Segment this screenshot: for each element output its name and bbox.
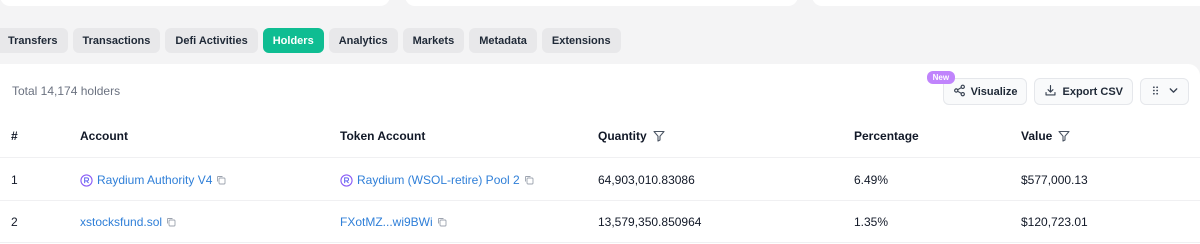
export-csv-label: Export CSV (1062, 85, 1123, 98)
visualize-button[interactable]: New Visualize (926, 71, 1028, 105)
copy-icon[interactable] (524, 175, 534, 185)
total-holders-label: Total 14,174 holders (12, 84, 121, 98)
token-account-cell: Raydium (WSOL-retire) Pool 2 (340, 173, 534, 187)
grid-dots-icon (1149, 84, 1162, 100)
table-row: 2 xstocksfund.sol FXotMZ...wi9BWi 13,579… (0, 201, 1200, 243)
rank-cell: 2 (11, 215, 18, 229)
tab-bar: Transfers Transactions Defi Activities H… (0, 28, 621, 53)
copy-icon[interactable] (437, 217, 447, 227)
tab-markets[interactable]: Markets (402, 28, 465, 53)
table-header: # Account Token Account Quantity Percent… (0, 122, 1200, 158)
share-nodes-icon (953, 84, 966, 100)
summary-card (812, 0, 1200, 6)
header-value: Value (1021, 129, 1070, 143)
token-account-cell: FXotMZ...wi9BWi (340, 215, 447, 229)
copy-icon[interactable] (166, 217, 176, 227)
value-cell: $120,723.01 (1021, 215, 1088, 229)
summary-card (405, 0, 798, 6)
quantity-cell: 64,903,010.83086 (598, 173, 695, 187)
filter-icon[interactable] (653, 130, 665, 142)
chevron-down-icon (1167, 84, 1180, 100)
tab-metadata[interactable]: Metadata (469, 28, 537, 53)
header-rank: # (11, 129, 18, 143)
visualize-label: Visualize (970, 85, 1018, 98)
header-token-account: Token Account (340, 129, 426, 143)
tab-transactions[interactable]: Transactions (72, 28, 161, 53)
filter-icon[interactable] (1058, 130, 1070, 142)
value-cell: $577,000.13 (1021, 173, 1088, 187)
account-cell: Raydium Authority V4 (80, 173, 226, 187)
token-account-link[interactable]: FXotMZ...wi9BWi (340, 215, 433, 229)
columns-menu-button[interactable] (1140, 78, 1189, 105)
rank-cell: 1 (11, 173, 18, 187)
summary-card (0, 0, 390, 6)
tab-holders[interactable]: Holders (262, 28, 324, 53)
table-row: 1 Raydium Authority V4 Raydium (WSOL-ret… (0, 159, 1200, 201)
header-quantity: Quantity (598, 129, 665, 143)
header-value-label: Value (1021, 129, 1053, 143)
header-quantity-label: Quantity (598, 129, 647, 143)
tab-extensions[interactable]: Extensions (541, 28, 621, 53)
copy-icon[interactable] (216, 175, 226, 185)
header-percentage: Percentage (854, 129, 919, 143)
header-account: Account (80, 129, 128, 143)
tab-transfers[interactable]: Transfers (0, 28, 68, 53)
download-icon (1044, 84, 1057, 100)
percentage-cell: 1.35% (854, 215, 889, 229)
raydium-icon (340, 173, 353, 187)
summary-cards-strip (0, 0, 1200, 8)
export-csv-button[interactable]: Export CSV (1034, 78, 1133, 105)
tab-defi-activities[interactable]: Defi Activities (165, 28, 258, 53)
raydium-icon (80, 173, 93, 187)
percentage-cell: 6.49% (854, 173, 889, 187)
tab-analytics[interactable]: Analytics (328, 28, 398, 53)
account-link[interactable]: xstocksfund.sol (80, 215, 162, 229)
account-link[interactable]: Raydium Authority V4 (97, 173, 212, 187)
account-cell: xstocksfund.sol (80, 215, 176, 229)
new-badge: New (926, 71, 956, 84)
quantity-cell: 13,579,350.850964 (598, 215, 702, 229)
token-account-link[interactable]: Raydium (WSOL-retire) Pool 2 (357, 173, 520, 187)
toolbar: New Visualize Export CSV (926, 71, 1189, 105)
holders-panel: Total 14,174 holders New Visualize Expor… (0, 64, 1200, 244)
